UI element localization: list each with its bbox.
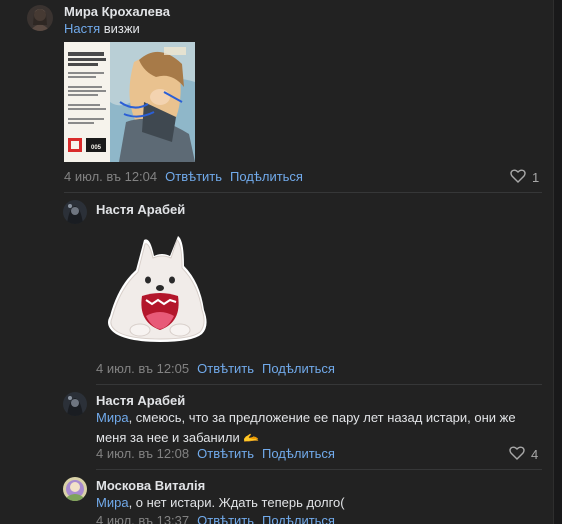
svg-text:005: 005	[91, 145, 102, 151]
divider	[64, 192, 542, 193]
comment-meta: 4 июл. въ 12:04 Отвѣтить Подѣлиться	[64, 169, 303, 184]
comment-time[interactable]: 4 июл. въ 12:05	[96, 361, 189, 376]
comment-author[interactable]: Мира Крохалева	[64, 4, 170, 19]
comment-time[interactable]: 4 июл. въ 12:04	[64, 169, 157, 184]
like-count: 1	[532, 170, 540, 185]
reply-button[interactable]: Отвѣтить	[197, 446, 254, 461]
avatar[interactable]	[63, 200, 87, 224]
reply-button[interactable]: Отвѣтить	[165, 169, 222, 184]
comment-text: Мира, о нет истари. Ждать теперь долго(	[96, 493, 536, 513]
divider	[96, 384, 542, 385]
comment-text: Мира, смеюсь, что за предложение ее пару…	[96, 408, 536, 448]
sticker-image[interactable]	[96, 226, 224, 354]
share-button[interactable]: Подѣлиться	[262, 513, 335, 524]
like-count: 4	[531, 447, 539, 462]
comment-meta: 4 июл. въ 13:37 Отвѣтить Подѣлиться	[96, 513, 335, 524]
like-button[interactable]: 4	[509, 446, 538, 463]
mention-link[interactable]: Мира	[96, 495, 129, 510]
comment-time[interactable]: 4 июл. въ 13:37	[96, 513, 189, 524]
comment-author[interactable]: Настя Арабей	[96, 393, 185, 408]
comment-body: , смеюсь, что за предложение ее пару лет…	[96, 410, 516, 445]
comment-author[interactable]: Настя Арабей	[96, 202, 185, 217]
comments-panel: Мира Крохалева Настя визжи 005 4 июл. въ…	[0, 0, 554, 524]
comment-text: Настя визжи	[64, 19, 504, 39]
divider	[96, 469, 542, 470]
avatar[interactable]	[63, 477, 87, 501]
mention-link[interactable]: Настя	[64, 21, 100, 36]
reply-button[interactable]: Отвѣтить	[197, 361, 254, 376]
like-button[interactable]: 1	[510, 169, 539, 186]
comment-body: визжи	[100, 21, 140, 36]
heart-icon	[510, 169, 526, 186]
avatar[interactable]	[27, 5, 53, 31]
comment-meta: 4 июл. въ 12:05 Отвѣтить Подѣлиться	[96, 361, 335, 376]
comment-body: , о нет истари. Ждать теперь долго(	[128, 495, 345, 510]
share-button[interactable]: Подѣлиться	[230, 169, 303, 184]
heart-icon	[509, 446, 525, 463]
mention-link[interactable]: Мира	[96, 410, 129, 425]
comment-author[interactable]: Москова Виталія	[96, 478, 205, 493]
attachment-image[interactable]: 005	[64, 42, 195, 162]
comment-meta: 4 июл. въ 12:08 Отвѣтить Подѣлиться	[96, 446, 335, 461]
comment-time[interactable]: 4 июл. въ 12:08	[96, 446, 189, 461]
share-button[interactable]: Подѣлиться	[262, 361, 335, 376]
avatar[interactable]	[63, 392, 87, 416]
reply-button[interactable]: Отвѣтить	[197, 513, 254, 524]
share-button[interactable]: Подѣлиться	[262, 446, 335, 461]
